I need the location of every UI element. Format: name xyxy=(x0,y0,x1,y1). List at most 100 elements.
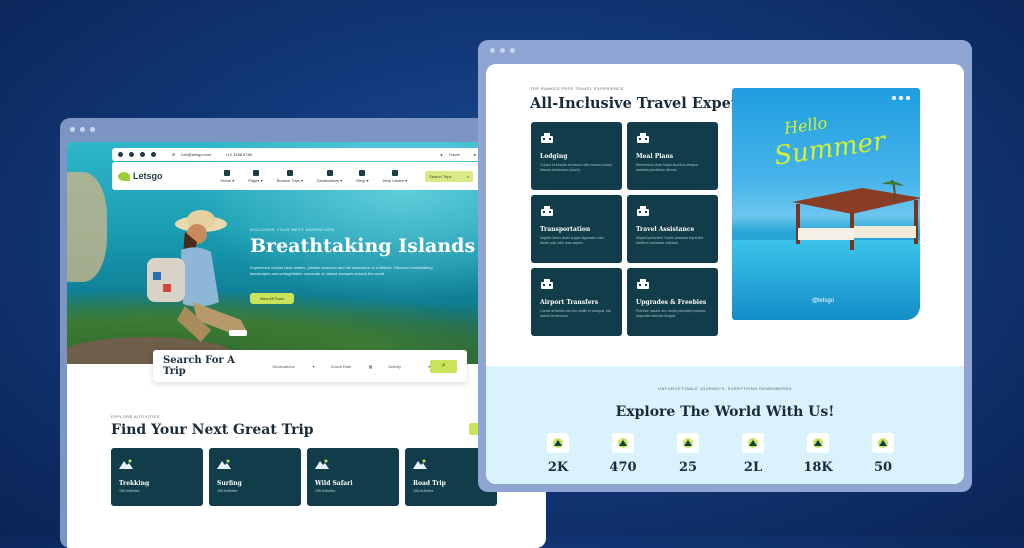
hotel-icon xyxy=(541,133,553,143)
features-grid: Lodging Cursus id lobortis est lacus nibh… xyxy=(531,122,718,336)
stat-item: 470 xyxy=(609,433,637,475)
stat-item: 18K xyxy=(803,433,833,475)
youtube-icon[interactable] xyxy=(151,152,156,157)
feature-title: Transportation xyxy=(540,226,591,233)
nav-item-label: Destinations ▾ xyxy=(317,177,343,183)
nav-item-1[interactable]: Pages ▾ xyxy=(248,169,263,183)
trekking-icon xyxy=(119,459,133,469)
trip-card[interactable]: Wild Safari 155 Activities xyxy=(307,448,399,506)
nav-item-0[interactable]: Home ▾ xyxy=(220,169,235,183)
search-title: Search For A Trip xyxy=(163,355,235,377)
traveler-photo xyxy=(147,210,247,342)
feature-description: Aliquet parturient. Sociis pharetra impe… xyxy=(636,236,704,245)
trip-card-subtitle: 155 Activities xyxy=(413,489,434,493)
trip-card[interactable]: Surfing 155 Activities xyxy=(209,448,301,506)
bus-icon xyxy=(326,169,333,176)
nav-item-label: Home ▾ xyxy=(220,177,235,183)
trip-search-bar: Search For A Trip Destinations ▾ Check Da… xyxy=(153,350,467,382)
feature-card[interactable]: Travel Assistance Aliquet parturient. Soc… xyxy=(627,195,718,263)
date-picker[interactable]: Check Date ▦ xyxy=(330,364,372,369)
stat-value: 470 xyxy=(609,460,637,475)
feature-card[interactable]: Lodging Cursus id lobortis est lacus nibh… xyxy=(531,122,622,190)
tent-icon xyxy=(612,433,634,453)
feature-card[interactable]: Upgrades & Freebies Pulvinar mauris nec m… xyxy=(627,268,718,336)
nav-item-label: Help Centre ▾ xyxy=(382,177,408,183)
satellite-icon xyxy=(742,433,764,453)
nav-item-5[interactable]: Help Centre ▾ xyxy=(382,169,408,183)
site-logo[interactable]: Letsgo xyxy=(118,171,163,181)
nav-item-label: Shop ▾ xyxy=(356,177,369,183)
logo-text: Letsgo xyxy=(133,171,163,181)
nav-item-2[interactable]: Browse Trips ▾ xyxy=(276,169,304,183)
nav-menu: Home ▾ Pages ▾ Browse Trips ▾ Destinations … xyxy=(220,169,408,183)
telescope-icon xyxy=(807,433,829,453)
facebook-icon[interactable] xyxy=(118,152,123,157)
explore-title: Explore The World With Us! xyxy=(615,404,835,420)
pages-icon xyxy=(252,169,259,176)
homepage-browser-window: ✉ info@letsgo.com +12 3456 6789 ● Travel… xyxy=(60,118,546,548)
stat-value: 2K xyxy=(547,460,569,475)
hero-banner: ✉ info@letsgo.com +12 3456 6789 ● Travel… xyxy=(67,142,546,364)
trip-card[interactable]: Trekking 155 Activities xyxy=(111,448,203,506)
email-icon: ✉ xyxy=(172,152,176,157)
scenery-icon xyxy=(872,433,894,453)
section-title: Find Your Next Great Trip xyxy=(111,422,314,438)
activity-select[interactable]: Activity ▾ xyxy=(388,364,430,369)
trip-card-title: Road Trip xyxy=(413,480,446,487)
view-all-tours-button[interactable]: View All Tours xyxy=(250,293,294,304)
slider-dots[interactable] xyxy=(892,96,910,100)
safari-icon xyxy=(315,459,329,469)
nav-item-3[interactable]: Destinations ▾ xyxy=(317,169,343,183)
stat-value: 2L xyxy=(743,460,763,475)
window-controls[interactable] xyxy=(70,127,95,132)
stat-item: 50 xyxy=(869,433,897,475)
feature-title: Travel Assistance xyxy=(636,226,695,233)
stat-item: 2K xyxy=(544,433,572,475)
destination-label: Destinations xyxy=(272,363,295,369)
nav-item-4[interactable]: Shop ▾ xyxy=(356,169,369,183)
gift-icon xyxy=(637,279,649,289)
destination-select[interactable]: Destinations ▾ xyxy=(273,364,315,369)
stat-item: 25 xyxy=(674,433,702,475)
feature-card[interactable]: Transportation Sagittis libero amet augue… xyxy=(531,195,622,263)
feature-card[interactable]: Meal Plans Elementum vitae turpis faucibu… xyxy=(627,122,718,190)
transport-icon xyxy=(541,206,553,216)
homepage-viewport: ✉ info@letsgo.com +12 3456 6789 ● Travel… xyxy=(67,142,546,548)
city-icon xyxy=(677,433,699,453)
assistance-icon xyxy=(637,206,649,216)
contact-email[interactable]: info@letsgo.com xyxy=(181,152,211,157)
logo-mark-icon xyxy=(118,171,130,181)
search-icon: ⌕ xyxy=(466,173,470,179)
plane-icon xyxy=(541,279,553,289)
map-pin-icon xyxy=(286,169,293,176)
hero-title: Breathtaking Islands xyxy=(250,235,476,257)
explore-kicker: UNFORGETTABLE JOURNEYS, EVERYTHING REMEM… xyxy=(658,386,792,391)
stat-value: 50 xyxy=(873,460,893,475)
user-icon[interactable]: ● xyxy=(474,152,476,157)
features-viewport: TOP RANKED FREE TRAVEL EXPERIENCE All-In… xyxy=(486,64,964,484)
main-navbar: Letsgo Home ▾ Pages ▾ Browse Trips ▾ Destin… xyxy=(112,162,482,190)
trip-category-list: Trekking 155 Activities Surfing 155 Activit… xyxy=(111,448,497,506)
trip-card-subtitle: 155 Activities xyxy=(315,489,336,493)
chevron-down-icon: ▾ xyxy=(312,363,315,369)
nav-search-button[interactable]: Search Trips ⌕ xyxy=(425,170,474,182)
globe-icon xyxy=(547,433,569,453)
nav-search-label: Search Trips xyxy=(429,173,452,179)
topbar-right-text[interactable]: Travel xyxy=(449,152,460,157)
nav-item-label: Pages ▾ xyxy=(248,177,263,183)
feature-title: Airport Transfers xyxy=(540,299,599,306)
feature-description: Pulvinar mauris nec morbi parturient pul… xyxy=(636,309,707,318)
feature-title: Lodging xyxy=(540,153,568,160)
feature-card[interactable]: Airport Transfers Luctus at fames nec dui… xyxy=(531,268,622,336)
twitter-icon[interactable] xyxy=(129,152,134,157)
trip-card-title: Trekking xyxy=(119,480,150,487)
contact-phone[interactable]: +12 3456 6789 xyxy=(225,152,252,157)
stat-value: 18K xyxy=(803,460,833,475)
search-submit-button[interactable]: ⌕ xyxy=(430,359,457,373)
trip-card-title: Surfing xyxy=(217,480,242,487)
nav-item-label: Browse Trips ▾ xyxy=(276,177,304,183)
feature-description: Cursus id lobortis est lacus nibh massa … xyxy=(540,163,613,172)
window-controls[interactable] xyxy=(490,48,515,53)
feature-description: Luctus at fames nec dui mollis et volutp… xyxy=(540,309,611,318)
instagram-icon[interactable] xyxy=(140,152,145,157)
